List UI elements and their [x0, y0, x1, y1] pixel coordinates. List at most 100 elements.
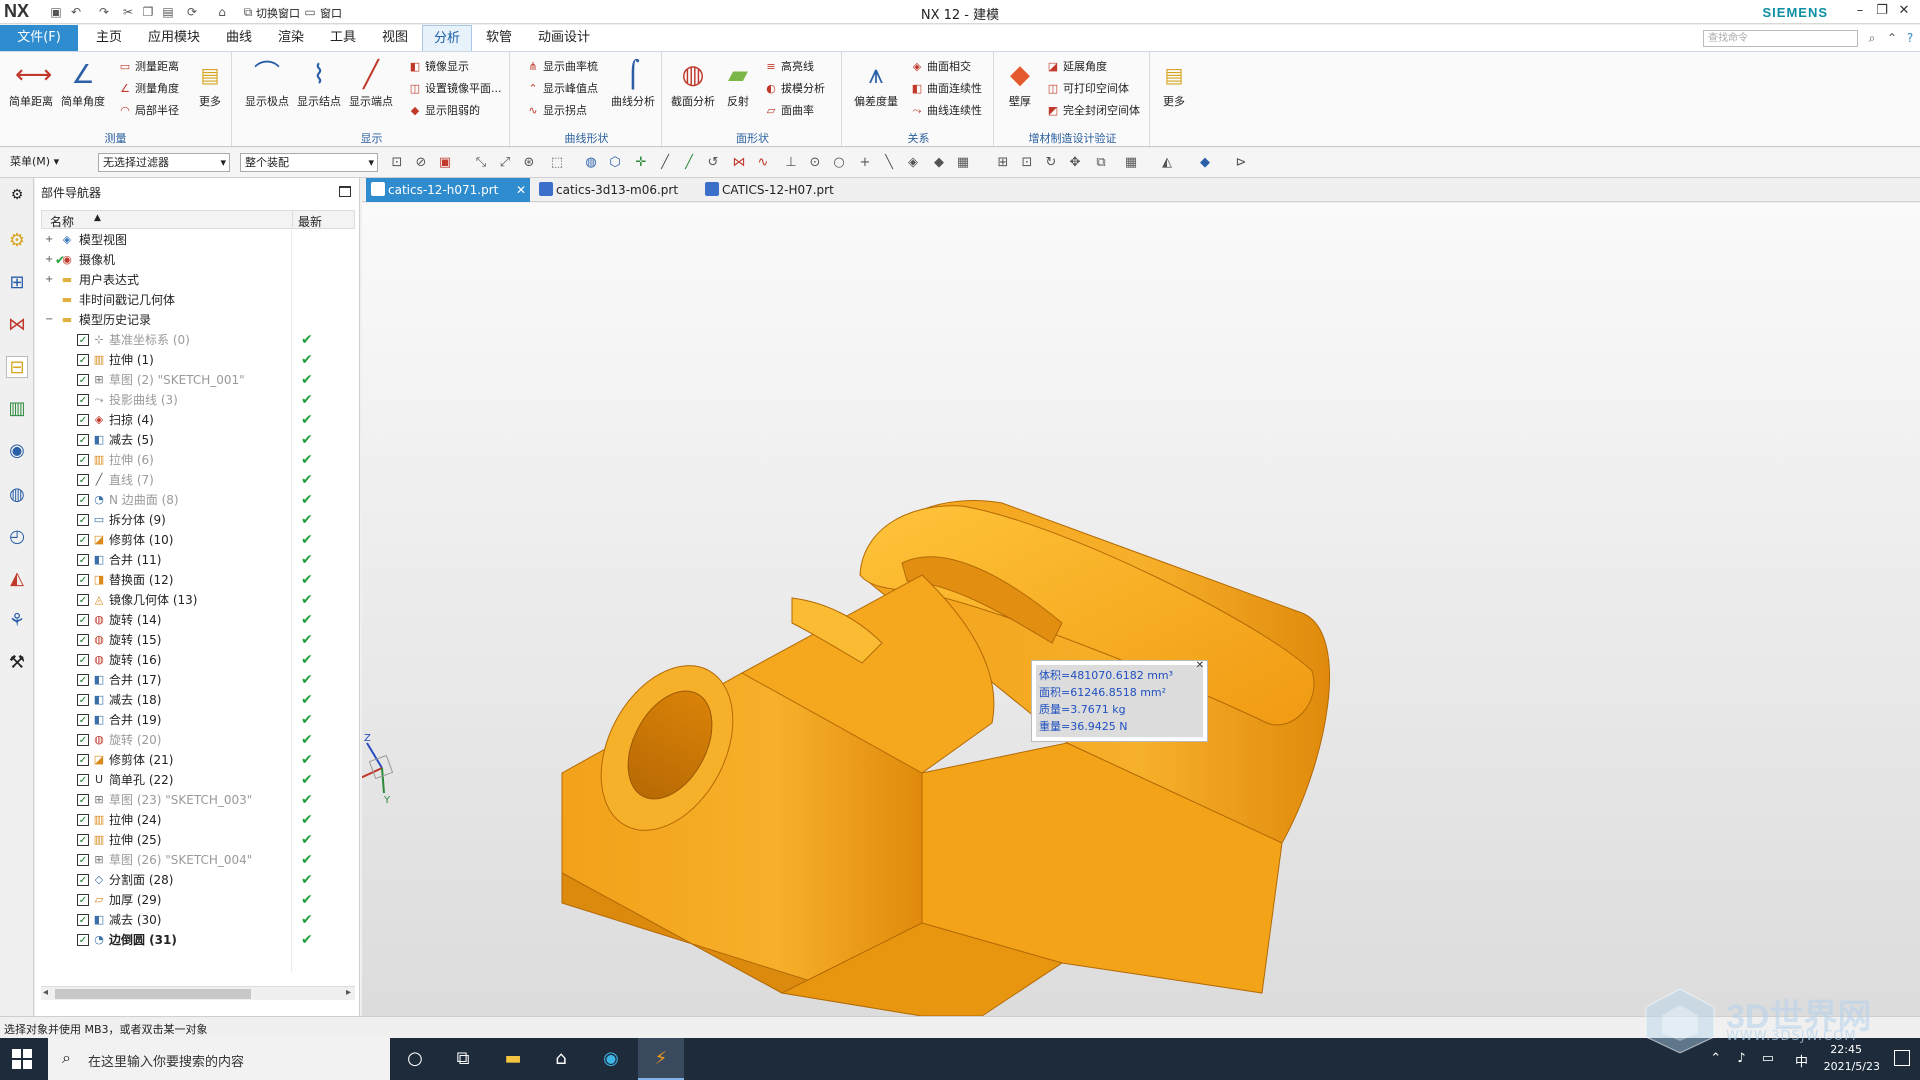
feature-row[interactable]: ✓ ◧ 合并 (11) ✔	[41, 550, 355, 570]
show-poles-button[interactable]: ⌒ 显示极点	[244, 57, 290, 125]
snap-end-icon[interactable]: ╱	[656, 154, 674, 172]
tab-doc-catics-12-h07[interactable]: CATICS-12-H07.prt	[700, 178, 860, 202]
mirror-display-button[interactable]: ◧ 镜像显示	[408, 58, 469, 76]
tree-node[interactable]: + ◈ 模型视图	[41, 230, 355, 250]
feature-checkbox[interactable]: ✓	[77, 534, 89, 546]
feature-checkbox[interactable]: ✓	[77, 634, 89, 646]
scrollbar-thumb[interactable]	[55, 989, 251, 999]
simple-angle-button[interactable]: ∠ 简单角度	[60, 57, 106, 125]
shaded-icon[interactable]: ◍	[582, 154, 600, 172]
system-tray-icons[interactable]: ⌃ ♪ ▭	[1710, 1051, 1780, 1066]
feature-row[interactable]: ✓ ◨ 替换面 (12) ✔	[41, 570, 355, 590]
feature-checkbox[interactable]: ✓	[77, 814, 89, 826]
assembly-scope-dropdown[interactable]: 整个装配 ▾	[240, 153, 378, 172]
feature-checkbox[interactable]: ✓	[77, 614, 89, 626]
constraint-navigator-icon[interactable]: ⊞	[6, 272, 28, 294]
snap-perp-icon[interactable]: ⊥	[782, 154, 800, 172]
enclosed-volume-button[interactable]: ◩ 完全封闭空间体	[1046, 102, 1140, 120]
feature-row[interactable]: ✓ ◧ 减去 (18) ✔	[41, 690, 355, 710]
snap-center-icon[interactable]: ⊙	[806, 154, 824, 172]
task-view-icon[interactable]: ⧉	[440, 1038, 486, 1080]
feature-row[interactable]: ✓ ◍ 旋转 (20) ✔	[41, 730, 355, 750]
feature-row[interactable]: ✓ ⊹ 基准坐标系 (0) ✔	[41, 330, 355, 350]
section-analysis-button[interactable]: ◍ 截面分析	[670, 57, 716, 125]
snap-intersect-icon[interactable]: ⋈	[730, 154, 748, 172]
tab-curve[interactable]: 曲线	[216, 25, 262, 51]
set-mirror-plane-button[interactable]: ◫ 设置镜像平面...	[408, 80, 502, 98]
feature-checkbox[interactable]: ✓	[77, 854, 89, 866]
feature-checkbox[interactable]: ✓	[77, 354, 89, 366]
tab-home[interactable]: 主页	[86, 25, 132, 51]
feature-checkbox[interactable]: ✓	[77, 834, 89, 846]
taskbar-search-box[interactable]: ⌕ 在这里输入你要搜索的内容	[48, 1038, 390, 1080]
tab-view[interactable]: 视图	[372, 25, 418, 51]
feature-checkbox[interactable]: ✓	[77, 434, 89, 446]
feature-row[interactable]: ✓ ◍ 旋转 (14) ✔	[41, 610, 355, 630]
feature-row[interactable]: ✓ ◧ 合并 (17) ✔	[41, 670, 355, 690]
clock-time[interactable]: 22:45	[1830, 1043, 1862, 1056]
measure-distance-button[interactable]: ▭ 测量距离	[118, 58, 179, 76]
show-tags-button[interactable]: ◆ 显示阻弱的	[408, 102, 480, 120]
face-curvature-button[interactable]: ▱ 面曲率	[764, 102, 814, 120]
render-style-icon[interactable]: ▦	[1122, 154, 1140, 172]
feature-row[interactable]: ✓ ▱ 加厚 (29) ✔	[41, 890, 355, 910]
file-explorer-icon[interactable]: ▬	[490, 1038, 536, 1080]
draft-analysis-button[interactable]: ◐ 拔模分析	[764, 80, 825, 98]
feature-checkbox[interactable]: ✓	[77, 714, 89, 726]
close-icon[interactable]: ✕	[1196, 660, 1204, 671]
system-materials-icon[interactable]: ◭	[6, 568, 28, 590]
start-button[interactable]	[12, 1049, 32, 1069]
tree-node[interactable]: + ▬ 用户表达式	[41, 270, 355, 290]
feature-checkbox[interactable]: ✓	[77, 914, 89, 926]
feature-checkbox[interactable]: ✓	[77, 594, 89, 606]
scroll-right-icon[interactable]: ▸	[346, 987, 351, 998]
tab-analysis[interactable]: 分析	[422, 25, 472, 51]
feature-row[interactable]: ✓ ▥ 拉伸 (6) ✔	[41, 450, 355, 470]
reuse-library-icon[interactable]: ▥	[6, 398, 28, 420]
feature-row[interactable]: ✓ ◈ 扫掠 (4) ✔	[41, 410, 355, 430]
show-endpoints-button[interactable]: ╱ 显示端点	[348, 57, 394, 125]
snap-body-icon[interactable]: ◆	[930, 154, 948, 172]
close-button[interactable]: ✕	[1894, 2, 1914, 20]
feature-checkbox[interactable]: ✓	[77, 574, 89, 586]
feature-checkbox[interactable]: ✓	[77, 774, 89, 786]
part-model[interactable]: Z Y	[362, 203, 1920, 1016]
edge-browser-icon[interactable]: ◉	[588, 1038, 634, 1080]
feature-row[interactable]: ✓ ◍ 旋转 (16) ✔	[41, 650, 355, 670]
highlight-lines-button[interactable]: ≡ 高亮线	[764, 58, 814, 76]
feature-checkbox[interactable]: ✓	[77, 414, 89, 426]
settings-gear-icon[interactable]: ⚙	[6, 184, 28, 206]
box-select-icon[interactable]: ⬚	[548, 154, 566, 172]
assembly-navigator-icon[interactable]: ⚙	[6, 230, 28, 252]
filter-icon[interactable]: ⊛	[520, 154, 538, 172]
feature-row[interactable]: ✓ ▥ 拉伸 (25) ✔	[41, 830, 355, 850]
feature-checkbox[interactable]: ✓	[77, 514, 89, 526]
hd3d-tools-icon[interactable]: ◉	[6, 440, 28, 462]
roles-icon[interactable]: ⚒	[6, 652, 28, 674]
layer-icon[interactable]: ◆	[1196, 154, 1214, 172]
tree-node[interactable]: − ▬ 模型历史记录	[41, 310, 355, 330]
snap-bounded-icon[interactable]: ▦	[954, 154, 972, 172]
snap-existing-icon[interactable]: +	[856, 154, 874, 172]
feature-row[interactable]: ✓ ◔ N 边曲面 (8) ✔	[41, 490, 355, 510]
deselect-icon[interactable]: ⊘	[412, 154, 430, 172]
tab-render[interactable]: 渲染	[268, 25, 314, 51]
feature-row[interactable]: ✓ ◪ 修剪体 (21) ✔	[41, 750, 355, 770]
store-icon[interactable]: ⌂	[538, 1038, 584, 1080]
column-name-header[interactable]: 名称	[50, 213, 74, 230]
feature-checkbox[interactable]: ✓	[77, 494, 89, 506]
tab-animation[interactable]: 动画设计	[528, 25, 600, 51]
local-radius-button[interactable]: ◠ 局部半径	[118, 102, 179, 120]
minimize-button[interactable]: –	[1850, 2, 1870, 20]
ribbon-more-button[interactable]: ▤ 更多	[1156, 57, 1192, 125]
maximize-icon[interactable]	[339, 186, 351, 197]
feature-row[interactable]: ✓ ◧ 减去 (30) ✔	[41, 910, 355, 930]
wall-thickness-button[interactable]: ◆ 壁厚	[1000, 57, 1040, 125]
nx-app-icon[interactable]: ⚡	[638, 1038, 684, 1080]
feature-checkbox[interactable]: ✓	[77, 374, 89, 386]
simple-distance-button[interactable]: ⟷ 简单距离	[8, 57, 54, 125]
feature-checkbox[interactable]: ✓	[77, 334, 89, 346]
feature-checkbox[interactable]: ✓	[77, 754, 89, 766]
view-orient-icon[interactable]: ⧉	[1092, 154, 1110, 172]
menu-dropdown[interactable]: 菜单(M) ▾	[6, 153, 82, 172]
